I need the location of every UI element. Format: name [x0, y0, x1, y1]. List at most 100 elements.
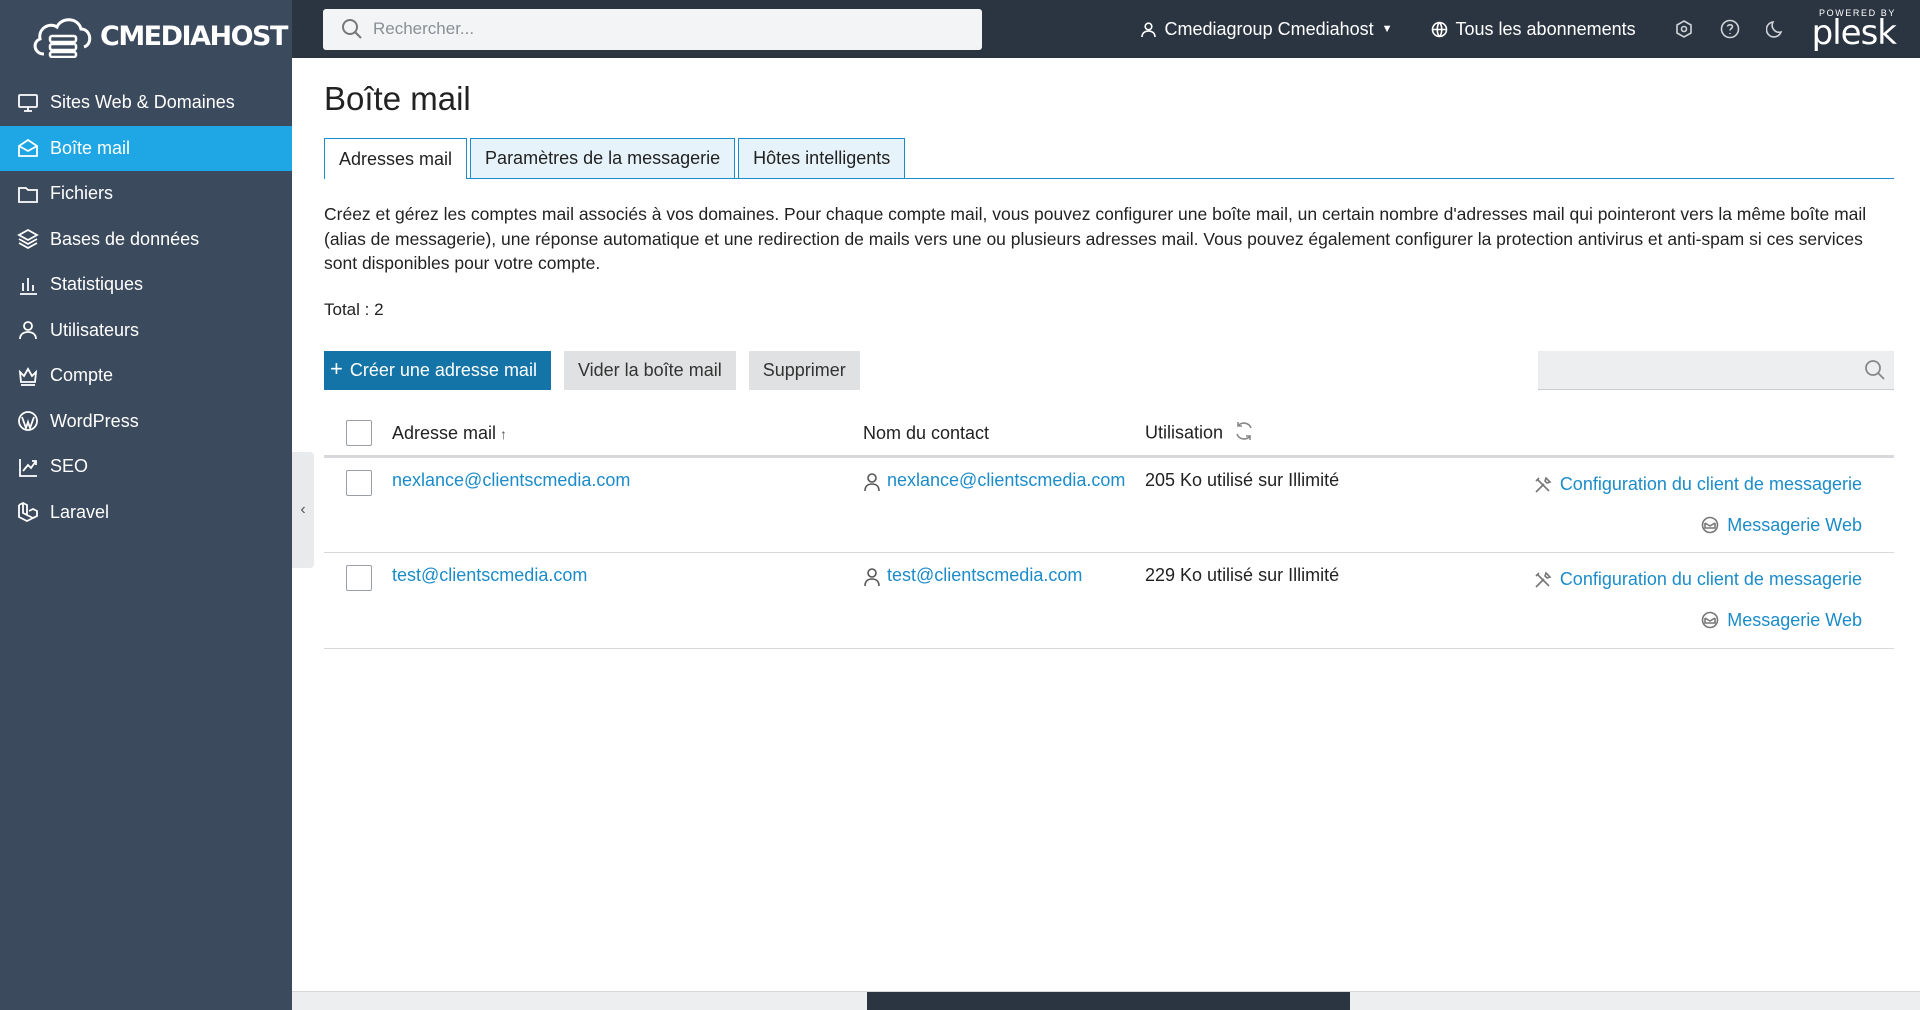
- column-header-usage-label: Utilisation: [1145, 422, 1224, 442]
- extensions-button[interactable]: [1674, 19, 1694, 39]
- mail-client-config-label: Configuration du client de messagerie: [1559, 474, 1862, 494]
- row-checkbox[interactable]: [346, 565, 372, 591]
- caret-down-icon: ▼: [1381, 23, 1393, 35]
- sidebar-item-databases[interactable]: Bases de données: [0, 217, 292, 263]
- webmail-label: Messagerie Web: [1727, 514, 1862, 535]
- create-email-button[interactable]: + Créer une adresse mail: [324, 350, 551, 390]
- usage-cell: 229 Ko utilisé sur Illimité: [1145, 552, 1408, 649]
- actions-cell: Configuration du client de messagerie Me…: [1407, 552, 1894, 649]
- mail-client-config-link[interactable]: Configuration du client de messagerie: [1534, 569, 1862, 590]
- help-button[interactable]: [1720, 19, 1740, 39]
- tab-email-addresses[interactable]: Adresses mail: [324, 138, 468, 179]
- column-header-usage: Utilisation: [1145, 411, 1408, 458]
- search-input[interactable]: [373, 19, 953, 39]
- sidebar-nav: Sites Web & Domaines Boîte mail Fichiers…: [0, 80, 292, 535]
- contact-link[interactable]: nexlance@clientscmedia.com: [887, 470, 1125, 491]
- crown-icon: [17, 365, 39, 387]
- search-icon: [342, 19, 362, 39]
- brand-name: CMEDIAHOST: [100, 20, 288, 52]
- search-icon: [1865, 359, 1885, 380]
- webmail-link[interactable]: Messagerie Web: [1701, 610, 1862, 631]
- create-email-label: Créer une adresse mail: [349, 359, 537, 380]
- sidebar-item-label: Boîte mail: [50, 137, 131, 158]
- list-search-input[interactable]: [1538, 350, 1894, 390]
- sidebar-item-seo[interactable]: SEO: [0, 444, 292, 490]
- contact-cell: test@clientscmedia.com: [863, 552, 1145, 649]
- tab-smart-hosts[interactable]: Hôtes intelligents: [738, 138, 906, 178]
- delete-button[interactable]: Supprimer: [748, 350, 860, 390]
- layers-icon: [17, 228, 39, 250]
- user-icon: [864, 473, 880, 492]
- list-toolbar: + Créer une adresse mail Vider la boîte …: [324, 350, 1894, 390]
- sidebar-item-label: WordPress: [50, 410, 139, 431]
- globe-icon: [1431, 21, 1447, 37]
- row-select-cell: [324, 456, 392, 553]
- sidebar-item-label: Bases de données: [50, 228, 200, 249]
- table-row: nexlance@clientscmedia.com nexlance@clie…: [324, 456, 1894, 553]
- plus-icon: +: [330, 356, 343, 381]
- main-content: Boîte mail Adresses mail Paramètres de l…: [324, 58, 1894, 649]
- puzzle-icon: [1675, 20, 1692, 38]
- sidebar-item-label: Fichiers: [50, 183, 114, 204]
- email-table: Adresse mail ↑ Nom du contact Utilisation…: [324, 411, 1894, 649]
- sidebar-item-websites[interactable]: Sites Web & Domaines: [0, 80, 292, 126]
- mail-client-config-link[interactable]: Configuration du client de messagerie: [1534, 474, 1862, 495]
- contact-cell: nexlance@clientscmedia.com: [863, 456, 1145, 553]
- laravel-icon: [17, 501, 39, 523]
- contact-link[interactable]: test@clientscmedia.com: [887, 565, 1082, 586]
- brand-logo[interactable]: CMEDIAHOST: [0, 0, 292, 72]
- tab-bar: Adresses mail Paramètres de la messageri…: [324, 138, 1894, 179]
- mail-icon: [17, 137, 39, 159]
- empty-mailbox-button[interactable]: Vider la boîte mail: [563, 350, 736, 390]
- tools-icon: [1535, 571, 1552, 588]
- sidebar-item-wordpress[interactable]: WordPress: [0, 399, 292, 445]
- sidebar-item-files[interactable]: Fichiers: [0, 171, 292, 217]
- global-search[interactable]: [323, 8, 982, 50]
- sidebar-item-label: Statistiques: [50, 274, 144, 295]
- actions-cell: Configuration du client de messagerie Me…: [1407, 456, 1894, 553]
- select-all-checkbox[interactable]: [346, 420, 372, 447]
- mail-cell: test@clientscmedia.com: [392, 552, 863, 649]
- sidebar-item-label: Utilisateurs: [50, 319, 140, 340]
- wordpress-icon: [17, 410, 39, 432]
- refresh-icon[interactable]: [1233, 420, 1255, 447]
- user-icon: [17, 319, 39, 341]
- sidebar-item-statistics[interactable]: Statistiques: [0, 262, 292, 308]
- sidebar-item-label: Sites Web & Domaines: [50, 92, 235, 113]
- bar-chart-icon: [17, 274, 39, 296]
- sidebar-item-mail[interactable]: Boîte mail: [0, 125, 292, 171]
- sidebar-collapse-button[interactable]: ‹: [292, 452, 314, 568]
- row-checkbox[interactable]: [346, 470, 372, 496]
- column-header-contact: Nom du contact: [863, 411, 1145, 458]
- sidebar-item-account[interactable]: Compte: [0, 353, 292, 399]
- webmail-link[interactable]: Messagerie Web: [1701, 515, 1862, 536]
- theme-toggle[interactable]: [1765, 19, 1786, 39]
- email-link[interactable]: test@clientscmedia.com: [392, 565, 587, 585]
- column-header-mail[interactable]: Adresse mail ↑: [392, 411, 863, 458]
- column-header-actions: [1407, 411, 1894, 458]
- user-menu[interactable]: Cmediagroup Cmediahost ▼: [1140, 19, 1393, 40]
- row-select-cell: [324, 552, 392, 649]
- plesk-text: plesk: [1811, 12, 1897, 53]
- page-footer: [292, 991, 1920, 1010]
- mail-client-config-label: Configuration du client de messagerie: [1559, 569, 1862, 589]
- sidebar-item-label: Compte: [50, 365, 114, 386]
- subscriptions-menu[interactable]: Tous les abonnements: [1431, 19, 1636, 40]
- usage-cell: 205 Ko utilisé sur Illimité: [1145, 456, 1408, 553]
- monitor-icon: [17, 92, 39, 114]
- sidebar-item-label: Laravel: [50, 501, 110, 522]
- sidebar-item-users[interactable]: Utilisateurs: [0, 308, 292, 354]
- sidebar-item-laravel[interactable]: Laravel: [0, 490, 292, 536]
- folder-icon: [17, 183, 39, 205]
- top-bar-right: Cmediagroup Cmediahost ▼ Tous les abonne…: [1140, 0, 1920, 58]
- select-all-cell: [324, 411, 392, 458]
- subscriptions-label: Tous les abonnements: [1455, 18, 1636, 39]
- email-link[interactable]: nexlance@clientscmedia.com: [392, 470, 630, 490]
- sidebar-item-label: SEO: [50, 456, 89, 477]
- webmail-label: Messagerie Web: [1727, 609, 1862, 630]
- sidebar: CMEDIAHOST Sites Web & Domaines Boîte ma…: [0, 0, 292, 1010]
- tab-mail-settings[interactable]: Paramètres de la messagerie: [470, 138, 736, 178]
- chevron-left-icon: ‹: [300, 501, 306, 518]
- table-header-row: Adresse mail ↑ Nom du contact Utilisation: [324, 411, 1894, 458]
- sort-arrow-icon: ↑: [500, 425, 508, 442]
